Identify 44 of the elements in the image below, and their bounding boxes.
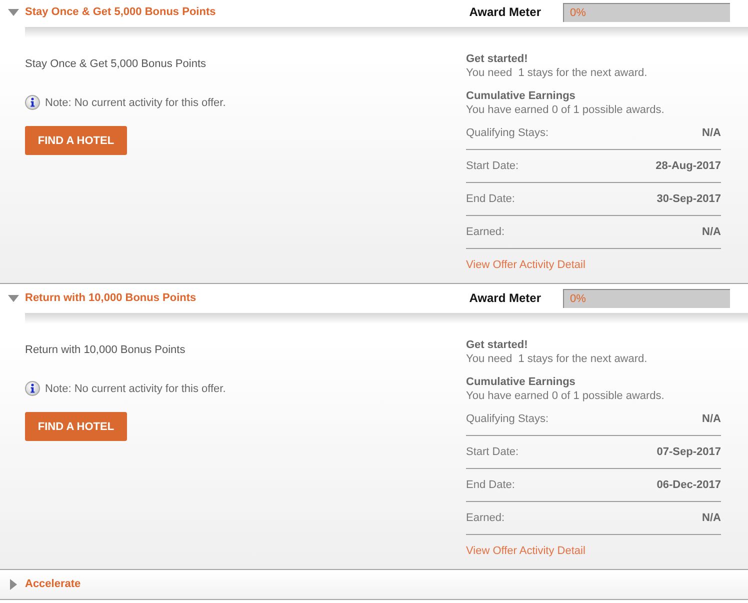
detail-label: Earned: [466, 511, 505, 525]
detail-label: Qualifying Stays: [466, 126, 549, 140]
detail-label: Start Date: [466, 445, 519, 459]
award-meter-percent: 0% [570, 292, 586, 306]
earnings-heading: Cumulative Earnings [466, 375, 576, 389]
activity-detail-link[interactable]: View Offer Activity Detail [466, 544, 586, 558]
detail-value: N/A [702, 225, 721, 239]
find-hotel-button[interactable]: FIND A HOTEL [25, 126, 127, 155]
earnings-text: You have earned 0 of 1 possible awards. [466, 389, 666, 403]
detail-value: N/A [702, 511, 721, 525]
activity-note: Note: No current activity for this offer. [45, 382, 226, 396]
info-icon [25, 95, 40, 110]
detail-value: N/A [702, 126, 721, 140]
detail-value: 07-Sep-2017 [656, 445, 721, 459]
status-heading: Get started! [466, 338, 529, 352]
earnings-text: You have earned 0 of 1 possible awards. [466, 103, 666, 117]
detail-label: End Date: [466, 478, 515, 492]
award-meter-label: Award Meter [469, 5, 541, 20]
detail-value: 30-Sep-2017 [656, 192, 721, 206]
detail-label: Qualifying Stays: [466, 412, 549, 426]
info-icon [25, 381, 40, 396]
status-heading: Get started! [466, 52, 529, 66]
detail-label: Earned: [466, 225, 505, 239]
status-text: You need 1 stays for the next award. [466, 352, 648, 366]
award-meter-label: Award Meter [469, 291, 541, 306]
status-text: You need 1 stays for the next award. [466, 66, 648, 80]
detail-value: 06-Dec-2017 [656, 478, 721, 492]
detail-label: Start Date: [466, 159, 519, 173]
offer-title[interactable]: Stay Once & Get 5,000 Bonus Points [25, 5, 216, 20]
find-hotel-button[interactable]: FIND A HOTEL [25, 412, 127, 441]
award-meter-percent: 0% [570, 6, 586, 20]
detail-value: 28-Aug-2017 [656, 159, 721, 173]
caret-right-icon[interactable] [10, 579, 17, 590]
offer-description: Return with 10,000 Bonus Points [25, 343, 186, 357]
offer-title[interactable]: Return with 10,000 Bonus Points [25, 291, 196, 306]
activity-detail-link[interactable]: View Offer Activity Detail [466, 258, 586, 272]
offer-title[interactable]: Accelerate [25, 577, 81, 592]
caret-down-icon[interactable] [8, 9, 19, 16]
offer-description: Stay Once & Get 5,000 Bonus Points [25, 57, 206, 71]
earnings-heading: Cumulative Earnings [466, 89, 576, 103]
detail-label: End Date: [466, 192, 515, 206]
detail-value: N/A [702, 412, 721, 426]
caret-down-icon[interactable] [8, 295, 19, 302]
activity-note: Note: No current activity for this offer. [45, 96, 226, 110]
